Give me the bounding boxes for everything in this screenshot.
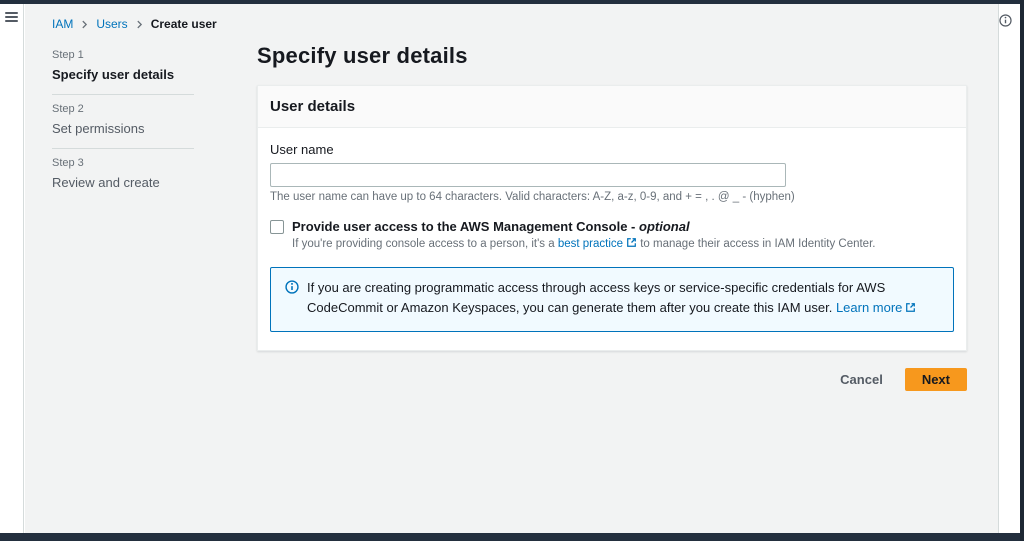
card-body: User name The user name can have up to 6… xyxy=(258,128,966,350)
breadcrumb: IAM Users Create user xyxy=(25,4,998,31)
external-link-icon xyxy=(905,299,916,319)
best-practice-link[interactable]: best practice xyxy=(558,238,623,250)
left-nav-rail xyxy=(0,4,24,533)
help-panel-rail xyxy=(998,4,1020,533)
step-title: Set permissions xyxy=(52,121,145,136)
username-constraint-text: The user name can have up to 64 characte… xyxy=(270,191,795,203)
breadcrumb-link-iam[interactable]: IAM xyxy=(52,17,73,31)
step-title: Review and create xyxy=(52,175,160,190)
console-bottom-bar xyxy=(0,533,1024,541)
wizard-step-2[interactable]: Step 2 Set permissions xyxy=(52,94,194,148)
step-title: Specify user details xyxy=(52,67,175,82)
username-input[interactable] xyxy=(270,163,786,187)
chevron-right-icon xyxy=(135,20,144,29)
breadcrumb-link-users[interactable]: Users xyxy=(96,17,127,31)
console-access-helper: If you're providing console access to a … xyxy=(292,237,876,251)
wizard-step-3[interactable]: Step 3 Review and create xyxy=(52,148,194,202)
user-details-card: User details User name The user name can… xyxy=(257,85,967,351)
wizard-content: Specify user details User details User n… xyxy=(257,41,967,391)
hamburger-menu-icon[interactable] xyxy=(5,12,18,22)
console-access-checkbox[interactable] xyxy=(270,220,284,234)
card-title: User details xyxy=(270,98,356,115)
cancel-button[interactable]: Cancel xyxy=(830,368,893,391)
username-label: User name xyxy=(270,142,334,157)
console-access-label: Provide user access to the AWS Managemen… xyxy=(292,219,690,234)
wizard-step-1[interactable]: Step 1 Specify user details xyxy=(52,41,194,94)
page-title: Specify user details xyxy=(257,43,468,68)
help-info-icon[interactable] xyxy=(999,14,1020,32)
console-top-bar xyxy=(0,0,1024,4)
info-icon xyxy=(285,280,299,299)
card-header: User details xyxy=(258,86,966,128)
breadcrumb-current: Create user xyxy=(150,17,217,31)
chevron-right-icon xyxy=(80,20,89,29)
programmatic-access-info-alert: If you are creating programmatic access … xyxy=(270,267,954,332)
next-button[interactable]: Next xyxy=(904,368,967,391)
external-link-icon xyxy=(626,237,637,251)
step-number-label: Step 2 xyxy=(52,103,84,115)
window-right-edge xyxy=(1020,0,1024,541)
wizard-actions: Cancel Next xyxy=(257,368,967,391)
step-number-label: Step 3 xyxy=(52,157,84,169)
alert-text: If you are creating programmatic access … xyxy=(307,278,939,319)
wizard-steps-nav: Step 1 Specify user details Step 2 Set p… xyxy=(52,41,194,391)
learn-more-link[interactable]: Learn more xyxy=(836,300,902,315)
step-number-label: Step 1 xyxy=(52,49,84,61)
main-content-area: IAM Users Create user Step 1 Specify use… xyxy=(25,4,998,533)
